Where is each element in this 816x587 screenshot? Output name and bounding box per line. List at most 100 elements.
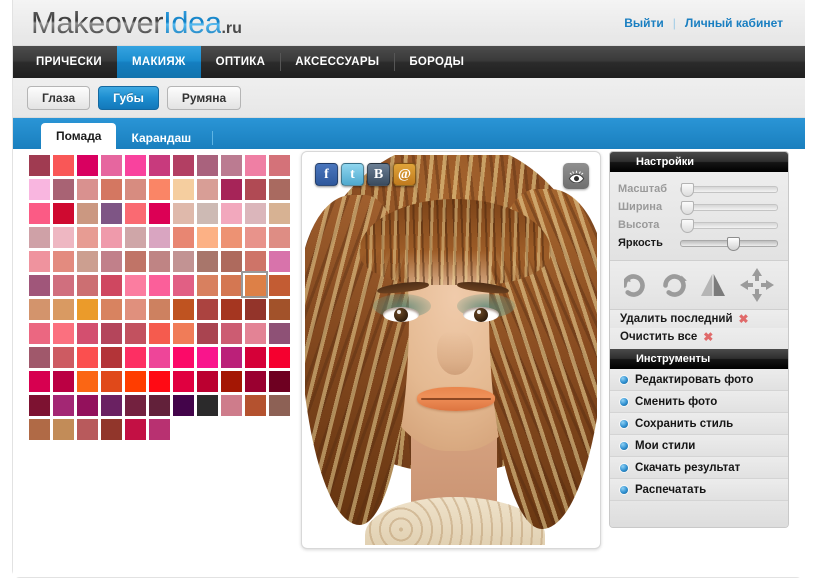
palette-swatch[interactable] (149, 323, 170, 344)
palette-swatch[interactable] (125, 395, 146, 416)
palette-swatch[interactable] (53, 299, 74, 320)
slider-scale-track[interactable] (680, 186, 778, 193)
palette-swatch[interactable] (245, 395, 266, 416)
palette-swatch[interactable] (197, 251, 218, 272)
palette-swatch[interactable] (149, 419, 170, 440)
palette-swatch[interactable] (173, 347, 194, 368)
palette-swatch[interactable] (245, 347, 266, 368)
palette-swatch[interactable] (125, 251, 146, 272)
palette-swatch[interactable] (77, 371, 98, 392)
palette-swatch[interactable] (125, 203, 146, 224)
palette-swatch[interactable] (149, 251, 170, 272)
tool-item-print[interactable]: Распечатать (610, 479, 788, 501)
palette-swatch[interactable] (125, 275, 146, 296)
palette-swatch[interactable] (101, 419, 122, 440)
palette-swatch[interactable] (221, 251, 242, 272)
mailru-icon[interactable]: @ (393, 163, 416, 186)
palette-swatch[interactable] (53, 371, 74, 392)
palette-swatch[interactable] (245, 155, 266, 176)
site-logo[interactable]: MakeoverIdea.ru (31, 5, 242, 41)
palette-swatch[interactable] (125, 179, 146, 200)
tool-item-download-result[interactable]: Скачать результат (610, 457, 788, 479)
palette-swatch[interactable] (221, 155, 242, 176)
palette-swatch[interactable] (77, 395, 98, 416)
palette-swatch[interactable] (173, 203, 194, 224)
palette-swatch[interactable] (269, 227, 290, 248)
clear-all-x-icon[interactable]: ✖ (703, 331, 713, 343)
palette-swatch[interactable] (101, 227, 122, 248)
delete-x-icon[interactable]: ✖ (739, 313, 749, 325)
slider-scale-handle[interactable] (681, 183, 694, 197)
slider-height-handle[interactable] (681, 219, 694, 233)
palette-swatch[interactable] (221, 203, 242, 224)
palette-swatch[interactable] (29, 395, 50, 416)
photo-canvas[interactable]: f t B @ (305, 155, 597, 545)
palette-swatch[interactable] (149, 371, 170, 392)
palette-swatch[interactable] (125, 371, 146, 392)
palette-swatch[interactable] (221, 371, 242, 392)
palette-swatch[interactable] (149, 275, 170, 296)
palette-swatch[interactable] (125, 227, 146, 248)
palette-swatch[interactable] (53, 227, 74, 248)
palette-swatch[interactable] (101, 395, 122, 416)
vkontakte-icon[interactable]: B (367, 163, 390, 186)
palette-swatch[interactable] (101, 371, 122, 392)
palette-swatch[interactable] (101, 203, 122, 224)
palette-swatch[interactable] (173, 275, 194, 296)
palette-swatch[interactable] (221, 275, 242, 296)
palette-swatch[interactable] (29, 179, 50, 200)
palette-swatch[interactable] (77, 419, 98, 440)
palette-swatch[interactable] (173, 323, 194, 344)
palette-swatch[interactable] (173, 179, 194, 200)
palette-swatch[interactable] (269, 299, 290, 320)
palette-swatch[interactable] (269, 371, 290, 392)
palette-swatch[interactable] (269, 323, 290, 344)
slider-height[interactable]: Высота (618, 216, 778, 234)
palette-swatch[interactable] (29, 251, 50, 272)
palette-swatch[interactable] (77, 299, 98, 320)
palette-swatch[interactable] (269, 347, 290, 368)
nav-item-accessories[interactable]: АКСЕССУАРЫ (280, 46, 394, 78)
rotate-left-icon[interactable] (624, 273, 650, 297)
palette-swatch[interactable] (269, 155, 290, 176)
palette-swatch[interactable] (221, 323, 242, 344)
palette-swatch[interactable] (149, 347, 170, 368)
palette-swatch[interactable] (149, 179, 170, 200)
palette-swatch[interactable] (101, 251, 122, 272)
slider-width-track[interactable] (680, 204, 778, 211)
palette-swatch[interactable] (245, 179, 266, 200)
palette-swatch[interactable] (77, 203, 98, 224)
palette-swatch[interactable] (173, 299, 194, 320)
palette-swatch[interactable] (149, 203, 170, 224)
palette-swatch[interactable] (29, 323, 50, 344)
slider-brightness-handle[interactable] (727, 237, 740, 251)
palette-swatch[interactable] (173, 371, 194, 392)
palette-swatch[interactable] (221, 227, 242, 248)
palette-swatch[interactable] (221, 347, 242, 368)
palette-swatch[interactable] (29, 203, 50, 224)
palette-swatch[interactable] (125, 299, 146, 320)
palette-swatch[interactable] (77, 179, 98, 200)
tool-item-change-photo[interactable]: Сменить фото (610, 391, 788, 413)
rotate-right-icon[interactable] (661, 273, 687, 297)
palette-swatch[interactable] (197, 371, 218, 392)
tab-pencil[interactable]: Карандаш (116, 126, 206, 149)
palette-swatch[interactable] (53, 251, 74, 272)
subnav-button-eyes[interactable]: Глаза (27, 86, 90, 110)
delete-last-action[interactable]: Удалить последний ✖ (610, 310, 788, 328)
palette-swatch[interactable] (77, 227, 98, 248)
twitter-icon[interactable]: t (341, 163, 364, 186)
palette-swatch[interactable] (245, 371, 266, 392)
palette-swatch[interactable] (197, 179, 218, 200)
palette-swatch[interactable] (53, 419, 74, 440)
eye-icon[interactable] (563, 163, 589, 189)
nav-item-makeup[interactable]: МАКИЯЖ (117, 46, 201, 78)
palette-swatch[interactable] (149, 299, 170, 320)
palette-swatch[interactable] (29, 299, 50, 320)
palette-swatch[interactable] (29, 347, 50, 368)
palette-swatch[interactable] (101, 275, 122, 296)
palette-swatch[interactable] (29, 227, 50, 248)
palette-swatch[interactable] (269, 395, 290, 416)
palette-swatch[interactable] (173, 251, 194, 272)
palette-swatch[interactable] (53, 323, 74, 344)
